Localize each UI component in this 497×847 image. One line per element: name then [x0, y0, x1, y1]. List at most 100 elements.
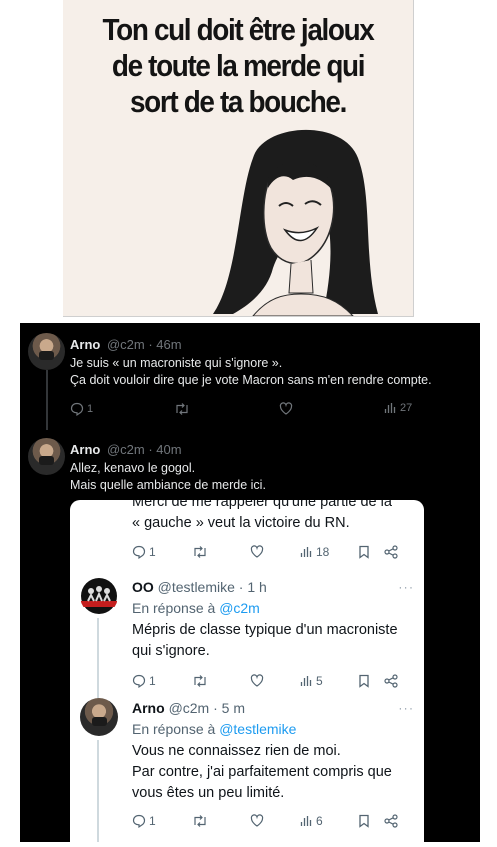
more-options-icon[interactable]: · · · — [398, 580, 413, 594]
reply-context: En réponse à @testlemike — [132, 721, 296, 737]
tweet-text-line: Vous ne connaissez rien de moi. — [132, 743, 341, 759]
meme-caption-line-2: de toute la merde qui — [111, 48, 366, 83]
reply-context: En réponse à @c2m — [132, 600, 260, 616]
reply-icon — [132, 545, 146, 559]
retweet-icon — [176, 403, 188, 415]
author-handle-time: @c2m · 40m — [106, 442, 182, 457]
heart-icon — [279, 402, 293, 415]
author-handle-time: @c2m · 5 m — [168, 700, 246, 716]
reply-button[interactable]: 1 — [132, 545, 156, 559]
tweet-text-line: Je suis « un macroniste qui s'ignore ». — [70, 356, 283, 370]
share-icon — [384, 674, 398, 688]
bar-chart-icon — [300, 816, 312, 826]
laughing-woman-illustration — [213, 129, 378, 316]
author-name[interactable]: OO — [132, 579, 154, 595]
views-button[interactable]: 6 — [300, 814, 323, 828]
retweet-button[interactable] — [192, 674, 208, 688]
author-handle-time: @c2m · 46m — [106, 337, 182, 352]
reply-icon — [132, 674, 146, 688]
retweet-icon — [194, 546, 206, 558]
avatar[interactable] — [80, 698, 118, 736]
reply-count: 1 — [149, 674, 156, 688]
heart-icon — [250, 814, 264, 827]
thread-connector — [97, 740, 99, 842]
reply-button[interactable]: 1 — [70, 402, 93, 416]
tweet-text-line: Mais quelle ambiance de merde ici. — [70, 478, 266, 492]
tweet-header: OO @testlemike · 1 h — [132, 579, 267, 595]
tweet-actions: 1 6 — [132, 814, 420, 832]
reply-icon — [132, 814, 146, 828]
tweet-text-line: Mépris de classe typique d'un macroniste — [132, 622, 398, 638]
group-logo-icon — [81, 578, 117, 614]
embedded-screenshot[interactable]: Merci de me rappeler qu'une partie de la… — [70, 500, 424, 842]
tweet-text-line: Par contre, j'ai parfaitement compris qu… — [132, 764, 392, 780]
tweet-actions: 1 27 — [70, 402, 430, 418]
like-button[interactable] — [250, 814, 264, 827]
retweet-icon — [194, 815, 206, 827]
tweet-header: Arno @c2m · 40m — [70, 442, 182, 457]
meme-caption-line-3: sort de ta bouche. — [130, 84, 347, 119]
tweet-header: Arno @c2m · 46m — [70, 337, 182, 352]
avatar[interactable] — [28, 438, 65, 475]
more-options-icon[interactable]: · · · — [398, 701, 413, 715]
like-button[interactable] — [250, 545, 264, 558]
heart-icon — [250, 674, 264, 687]
share-icon — [384, 814, 398, 828]
views-button[interactable]: 18 — [300, 545, 329, 559]
reply-count: 1 — [149, 814, 156, 828]
retweet-button[interactable] — [174, 402, 190, 416]
tweet-header: Arno @c2m · 5 m — [132, 700, 245, 716]
thread-connector — [46, 370, 48, 430]
views-button[interactable]: 5 — [300, 674, 323, 688]
reply-button[interactable]: 1 — [132, 674, 156, 688]
bookmark-button[interactable] — [358, 674, 370, 688]
reply-button[interactable]: 1 — [132, 814, 156, 828]
reply-count: 1 — [149, 545, 156, 559]
tweet-thread-screenshot: Arno @c2m · 46m Je suis « un macroniste … — [20, 323, 480, 842]
bar-chart-icon — [384, 403, 396, 413]
retweet-button[interactable] — [192, 545, 208, 559]
share-button[interactable] — [384, 674, 398, 688]
bookmark-icon — [359, 545, 369, 559]
share-button[interactable] — [384, 814, 398, 828]
bar-chart-icon — [300, 547, 312, 557]
bar-chart-icon — [300, 676, 312, 686]
bookmark-button[interactable] — [358, 814, 370, 828]
author-name[interactable]: Arno — [70, 337, 100, 352]
views-button[interactable]: 27 — [384, 402, 412, 414]
retweet-button[interactable] — [192, 814, 208, 828]
meme-caption-line-1: Ton cul doit être jaloux — [102, 12, 375, 47]
tweet-text-line: Allez, kenavo le gogol. — [70, 461, 196, 475]
tweet-text-line: vous êtes un peu limité. — [132, 785, 285, 801]
author-name[interactable]: Arno — [70, 442, 100, 457]
bookmark-icon — [359, 814, 369, 828]
reply-to-link[interactable]: @c2m — [219, 600, 260, 616]
thread-connector — [97, 618, 99, 700]
like-button[interactable] — [250, 674, 264, 687]
views-count: 6 — [316, 814, 323, 828]
reply-prefix: En réponse à — [132, 600, 216, 616]
tweet-text-line: qui s'ignore. — [132, 643, 210, 659]
heart-icon — [250, 545, 264, 558]
bookmark-button[interactable] — [358, 545, 370, 559]
reply-icon — [70, 402, 84, 416]
author-handle-time: @testlemike · 1 h — [157, 579, 267, 595]
avatar[interactable] — [80, 577, 118, 615]
views-count: 5 — [316, 674, 323, 688]
share-button[interactable] — [384, 545, 398, 559]
tweet-actions: 1 5 — [132, 674, 420, 692]
views-count: 18 — [316, 545, 330, 559]
reply-prefix: En réponse à — [132, 721, 216, 737]
reply-to-link[interactable]: @testlemike — [219, 721, 296, 737]
author-name[interactable]: Arno — [132, 700, 165, 716]
views-count: 27 — [400, 402, 413, 414]
avatar[interactable] — [28, 333, 65, 370]
bookmark-icon — [359, 674, 369, 688]
retweet-icon — [194, 675, 206, 687]
tweet-actions: 1 18 — [132, 545, 420, 563]
tweet-text-line: Ça doit vouloir dire que je vote Macron … — [70, 373, 432, 387]
quoted-text-line: « gauche » veut la victoire du RN. — [132, 515, 350, 531]
share-icon — [384, 545, 398, 559]
like-button[interactable] — [279, 402, 293, 415]
reply-count: 1 — [87, 403, 94, 415]
